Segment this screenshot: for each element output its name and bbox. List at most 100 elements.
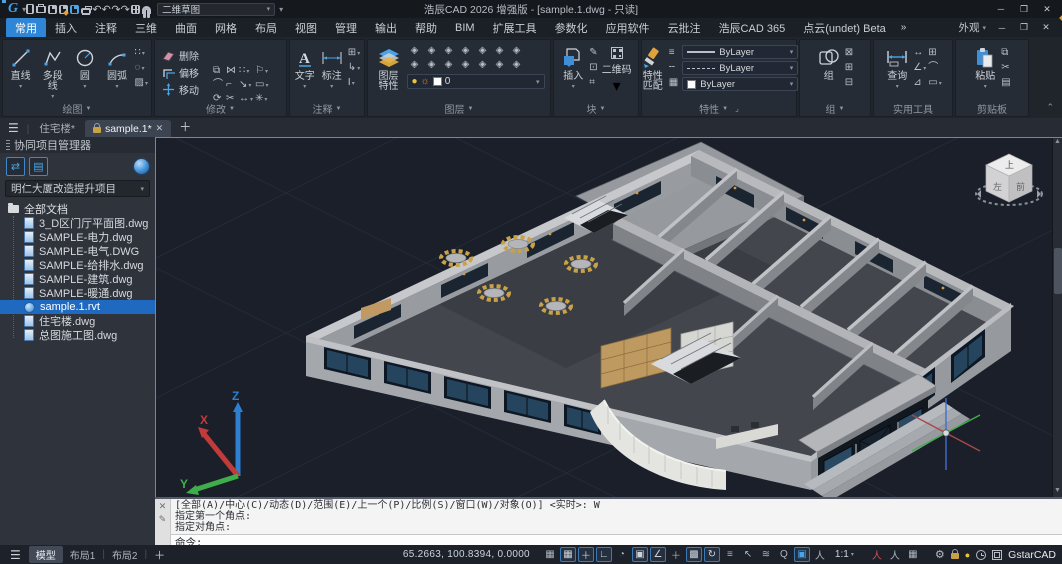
scroll-down-icon[interactable]: ▼ xyxy=(1054,487,1061,497)
tab-pointcloud[interactable]: 点云(undet) Beta xyxy=(794,18,895,38)
mirror-icon[interactable]: ⋈ xyxy=(226,64,237,78)
restore-button[interactable]: ❐ xyxy=(1013,2,1035,17)
layer-state-icon[interactable]: ◈ xyxy=(509,58,526,72)
panel-properties-label[interactable]: 特性▼ ⌟ xyxy=(642,101,796,116)
explode-icon[interactable]: ✳▾ xyxy=(255,92,268,106)
doc-tabs-menu-icon[interactable]: ☰ xyxy=(4,121,25,137)
calculator-icon[interactable]: ⊞ xyxy=(928,46,941,60)
layer-off-icon[interactable]: ◈ xyxy=(407,58,424,72)
stretch-icon[interactable]: ↔▾ xyxy=(239,92,253,106)
viewport-scrollbar[interactable]: ▲ ▼ xyxy=(1052,138,1062,497)
sync-project-button[interactable]: ⇄ xyxy=(6,157,25,176)
doc-minimize-button[interactable]: ─ xyxy=(992,21,1012,35)
ortho-icon[interactable]: ∟ xyxy=(596,547,612,562)
snap-center-icon[interactable]: ＋ xyxy=(668,547,684,562)
point-array-icon[interactable]: ∷▾ xyxy=(135,46,148,60)
insert-block-button[interactable]: 插入 ▾ xyxy=(560,43,586,90)
tree-root-all-documents[interactable]: 全部文档 xyxy=(0,201,155,216)
annotation-vis-icon[interactable]: 人 xyxy=(887,547,903,562)
block-edit-icon[interactable]: ✎ xyxy=(589,46,598,60)
doc-restore-button[interactable]: ❐ xyxy=(1014,21,1034,35)
tabs-overflow-icon[interactable]: » xyxy=(895,22,913,33)
group-select-icon[interactable]: ⊟ xyxy=(845,76,854,90)
tab-3d[interactable]: 三维 xyxy=(126,18,166,38)
tab-manage[interactable]: 管理 xyxy=(326,18,366,38)
new-doc-tab-icon[interactable]: ＋ xyxy=(173,118,197,137)
layer-prev-icon[interactable]: ◈ xyxy=(492,44,509,58)
doc-tab-close-icon[interactable]: ✕ xyxy=(156,123,164,134)
doc-tab-zhuzhailou[interactable]: 住宅楼* xyxy=(31,120,83,137)
color-select[interactable]: ByLayer ▾ xyxy=(682,77,798,91)
tab-help[interactable]: 帮助 xyxy=(406,18,446,38)
trim-icon[interactable]: ✂ xyxy=(226,92,237,106)
quick-table-icon[interactable]: ▦ xyxy=(905,547,921,562)
layer-properties-button[interactable]: 图层特性 xyxy=(374,43,404,92)
appearance-menu[interactable]: 外观 ▾ xyxy=(954,20,990,35)
distance-icon[interactable]: ↔ xyxy=(913,46,926,60)
save-icon[interactable] xyxy=(48,5,57,14)
tab-home[interactable]: 常用 xyxy=(6,18,46,38)
layer-iso-icon[interactable]: ◈ xyxy=(441,44,458,58)
tab-apps[interactable]: 应用软件 xyxy=(597,18,659,38)
group-button[interactable]: 组 xyxy=(816,43,842,82)
paste-special-icon[interactable]: ▤ xyxy=(1001,76,1011,90)
tab-express[interactable]: 扩展工具 xyxy=(484,18,546,38)
group-edit-icon[interactable]: ⊞ xyxy=(845,61,854,75)
tab-output[interactable]: 输出 xyxy=(366,18,406,38)
linetype-select[interactable]: ByLayer ▾ xyxy=(682,61,798,75)
panel-draw-label[interactable]: 绘图▼ xyxy=(3,101,151,116)
project-manager-header[interactable]: 协同项目管理器 xyxy=(0,137,155,153)
dynamic-ucs-icon[interactable]: ↻ xyxy=(704,547,720,562)
layer-unlock-icon[interactable]: ◈ xyxy=(441,58,458,72)
workspace-select[interactable]: 二维草图 ▾ xyxy=(157,3,275,16)
block-define-icon[interactable]: ⊡ xyxy=(589,61,598,75)
project-select[interactable]: 明仁大厦改造提升项目 ▾ xyxy=(5,180,150,197)
move-button[interactable]: 移动 xyxy=(161,81,199,98)
new-document-button[interactable]: ▤ xyxy=(29,157,48,176)
polar-tracking-icon[interactable]: ◔ xyxy=(614,547,630,562)
erase-button[interactable]: 删除 xyxy=(161,47,199,64)
match-properties-button[interactable]: 特性匹配 xyxy=(640,43,666,92)
doc-close-button[interactable]: ✕ xyxy=(1036,21,1056,35)
panel-grip-icon[interactable] xyxy=(6,140,10,150)
grid-icon[interactable]: ▦ xyxy=(542,547,558,562)
quick-zoom-icon[interactable]: Q xyxy=(776,547,792,562)
layout1-tab[interactable]: 布局1 xyxy=(67,547,99,562)
time-icon[interactable] xyxy=(976,550,986,560)
command-edit-icon[interactable]: ✎ xyxy=(159,515,167,524)
leader-icon[interactable]: ↳▾ xyxy=(348,61,360,75)
region-icon[interactable]: ▭▾ xyxy=(928,76,941,90)
file-item[interactable]: 总图施工图.dwg xyxy=(0,328,155,342)
sheet-set-icon[interactable] xyxy=(131,5,140,14)
layer-select[interactable]: ● ☼ 0 ▾ xyxy=(407,74,545,89)
hatch-icon[interactable]: ▨▾ xyxy=(135,76,148,90)
align-icon[interactable]: ▭▾ xyxy=(255,78,268,92)
rotate-icon[interactable]: ⟳ xyxy=(213,92,224,106)
flag-icon[interactable]: ⚐▾ xyxy=(255,64,268,78)
open-file-icon[interactable] xyxy=(36,6,46,13)
file-item[interactable]: SAMPLE-暖通.dwg xyxy=(0,286,155,300)
dimension-button[interactable]: 标注 ▾ xyxy=(319,43,345,90)
annotation-scale-select[interactable]: 1:1 ▾ xyxy=(832,549,857,560)
layer-del-icon[interactable]: ◈ xyxy=(492,58,509,72)
plot-style-icon[interactable]: ▦ xyxy=(669,76,679,90)
scale-icon[interactable]: ↘▾ xyxy=(239,78,253,92)
save-as-icon[interactable] xyxy=(59,5,68,14)
interface-lock-icon[interactable] xyxy=(951,553,959,559)
cloud-logo-icon[interactable] xyxy=(134,159,149,174)
text-button[interactable]: A 文字 ▾ xyxy=(294,43,316,90)
panel-utilities-label[interactable]: 实用工具 xyxy=(874,101,952,116)
new-file-icon[interactable] xyxy=(26,4,34,14)
panel-block-label[interactable]: 块▼ xyxy=(554,101,638,116)
snap-icon[interactable]: ▦ xyxy=(560,547,576,562)
panel-group-label[interactable]: 组▼ xyxy=(800,101,870,116)
inquiry-button[interactable]: 查询 ▾ xyxy=(884,43,910,90)
layer-freeze-icon[interactable]: ◈ xyxy=(424,44,441,58)
lineweight-icon[interactable]: ≡ xyxy=(722,547,738,562)
arc-button[interactable]: 圆弧 ▾ xyxy=(102,43,131,90)
file-item[interactable]: SAMPLE-电力.dwg xyxy=(0,230,155,244)
chamfer-icon[interactable]: ⌐ xyxy=(226,78,237,92)
copy-icon[interactable]: ⧉ xyxy=(213,64,224,78)
scrollbar-thumb[interactable] xyxy=(1054,248,1062,294)
quick-access-overflow-icon[interactable]: ▾ xyxy=(279,5,283,14)
